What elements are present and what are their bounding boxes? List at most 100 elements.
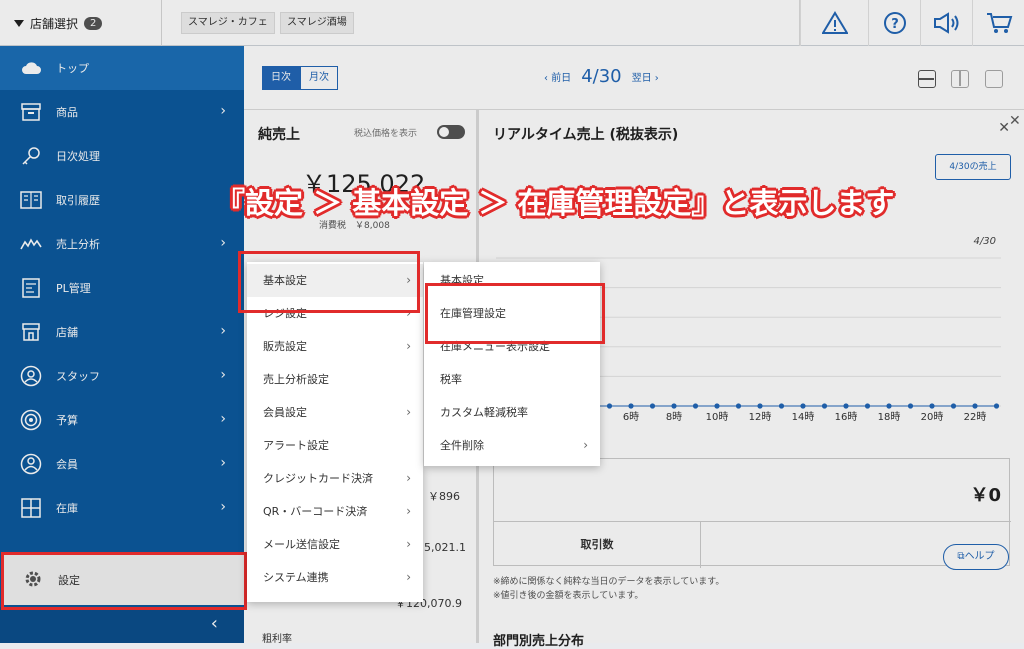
highlight-box <box>238 251 420 313</box>
store-select[interactable]: 店舗選択 2 <box>0 0 162 46</box>
settings-menu-item-label: QR・バーコード決済 <box>263 505 368 518</box>
sidebar-item-store[interactable]: 店舗 › <box>0 310 244 354</box>
settings-menu-item[interactable]: システム連携 › <box>247 561 423 594</box>
x-tick-label: 22時 <box>964 411 987 423</box>
line-chart-icon <box>20 233 42 255</box>
layout-rows-icon[interactable] <box>918 70 936 88</box>
sidebar-item-label: 取引履歴 <box>56 194 100 207</box>
highlight-box <box>425 283 605 344</box>
submenu-item[interactable]: 全件削除 › <box>424 429 600 462</box>
data-point <box>778 403 785 409</box>
sidebar-item-label: 日次処理 <box>56 150 100 163</box>
data-point <box>757 403 763 409</box>
chevron-right-icon: › <box>406 339 411 353</box>
layout-settings-icon[interactable] <box>985 70 1003 88</box>
store-count-badge: 2 <box>84 16 103 30</box>
sidebar-item-history[interactable]: 取引履歴 <box>0 178 244 222</box>
settings-menu-item-label: システム連携 <box>263 571 329 584</box>
help-circle-icon[interactable]: ? <box>868 0 920 46</box>
realtime-summary: ￥0 取引数 <box>493 458 1011 568</box>
next-day-button[interactable]: 翌日 › <box>632 69 659 84</box>
sidebar-item-staff[interactable]: スタッフ › <box>0 354 244 398</box>
daily-sales-button[interactable]: 4/30の売上 <box>935 154 1011 180</box>
sidebar-item-label: 売上分析 <box>56 238 100 251</box>
transactions-label: 取引数 <box>494 522 701 568</box>
data-point <box>649 403 656 409</box>
help-button[interactable]: ⧉ヘルプ <box>943 544 1009 570</box>
sidebar-item-label: 会員 <box>56 458 78 471</box>
sidebar-item-pl[interactable]: PL管理 <box>0 266 244 310</box>
settings-menu-item[interactable]: メール送信設定 › <box>247 528 423 561</box>
megaphone-icon[interactable] <box>920 0 972 46</box>
chevron-right-icon: › <box>406 405 411 419</box>
submenu-item-label: 全件削除 <box>440 439 484 452</box>
settings-menu: 基本設定 › レジ設定 › 販売設定 › 売上分析設定 会員設定 › アラート設定 クレジットカード… <box>247 262 423 602</box>
stock-icon <box>20 497 42 519</box>
settings-menu-item[interactable]: アラート設定 <box>247 429 423 462</box>
help-label: ヘルプ <box>964 551 995 562</box>
data-point <box>692 403 699 409</box>
month-tab[interactable]: 月次 <box>300 66 338 90</box>
data-point <box>735 403 742 409</box>
tax-toggle-label: 税込価格を表示 <box>354 129 418 139</box>
note-line: ※値引き後の金額を表示しています。 <box>493 591 644 601</box>
sidebar-item-stock[interactable]: 在庫 › <box>0 486 244 530</box>
date-nav: ‹ 前日 4/30 翌日 › <box>544 66 659 87</box>
close-icon[interactable]: ✕ <box>1009 113 1021 129</box>
report-icon <box>20 277 42 299</box>
sidebar-collapse-button[interactable]: ‹ <box>0 607 244 643</box>
sidebar-item-analysis[interactable]: 売上分析 › <box>0 222 244 266</box>
chevron-right-icon: › <box>220 323 226 339</box>
cart-icon[interactable] <box>972 0 1024 46</box>
key-icon <box>20 145 42 167</box>
realtime-notes: ※締めに関係なく純粋な当日のデータを表示しています。 ※値引き後の金額を表示して… <box>493 575 724 603</box>
data-point <box>907 403 914 409</box>
settings-menu-item[interactable]: QR・バーコード決済 › <box>247 495 423 528</box>
tax-toggle[interactable] <box>437 125 465 139</box>
annotation-caption: 『設定 ＞ 基本設定 ＞ 在庫管理設定』と表示します <box>216 186 895 220</box>
day-tab[interactable]: 日次 <box>262 66 300 90</box>
settings-menu-item[interactable]: 会員設定 › <box>247 396 423 429</box>
chevron-right-icon: › <box>406 471 411 485</box>
highlight-box <box>1 552 247 610</box>
settings-menu-item[interactable]: 販売設定 › <box>247 330 423 363</box>
layout-columns-icon[interactable] <box>951 70 969 88</box>
store-chip[interactable]: スマレジ・カフェ <box>181 12 275 34</box>
sidebar-item-products[interactable]: 商品 › <box>0 90 244 134</box>
transactions-row: 取引数 <box>494 521 1011 568</box>
current-date: 4/30 <box>581 66 622 87</box>
data-point <box>714 403 720 409</box>
chevron-right-icon: › <box>220 367 226 383</box>
x-tick-label: 20時 <box>921 411 944 423</box>
x-tick-label: 16時 <box>835 411 858 423</box>
sidebar-item-budget[interactable]: 予算 › <box>0 398 244 442</box>
top-icons: ? <box>799 0 1024 46</box>
staff-icon <box>20 365 42 387</box>
alert-icon[interactable] <box>800 0 868 46</box>
store-icon <box>20 321 42 343</box>
data-point <box>843 403 849 409</box>
sidebar-item-daily[interactable]: 日次処理 <box>0 134 244 178</box>
data-point <box>929 403 935 409</box>
sidebar-item-label: 商品 <box>56 106 78 119</box>
submenu-item[interactable]: 税率 <box>424 363 600 396</box>
store-chip[interactable]: スマレジ酒場 <box>280 12 354 34</box>
next-day-label: 翌日 <box>631 73 652 84</box>
prev-day-button[interactable]: ‹ 前日 <box>544 69 571 84</box>
settings-menu-item[interactable]: 売上分析設定 <box>247 363 423 396</box>
cloud-icon <box>20 57 42 79</box>
submenu-item[interactable]: カスタム軽減税率 <box>424 396 600 429</box>
chevron-right-icon: › <box>220 499 226 515</box>
realtime-total: ￥0 <box>970 485 1001 506</box>
box-icon <box>20 101 42 123</box>
sidebar-item-top[interactable]: トップ <box>0 46 244 90</box>
settings-menu-item-label: 売上分析設定 <box>263 373 329 386</box>
chevron-right-icon: › <box>220 455 226 471</box>
data-point <box>950 403 957 409</box>
settings-menu-item[interactable]: クレジットカード決済 › <box>247 462 423 495</box>
x-tick-label: 18時 <box>878 411 901 423</box>
stat-value: ￥896 <box>428 490 460 503</box>
chevron-right-icon: › <box>220 411 226 427</box>
period-toggle: 日次 月次 <box>262 66 338 90</box>
sidebar-item-member[interactable]: 会員 › <box>0 442 244 486</box>
